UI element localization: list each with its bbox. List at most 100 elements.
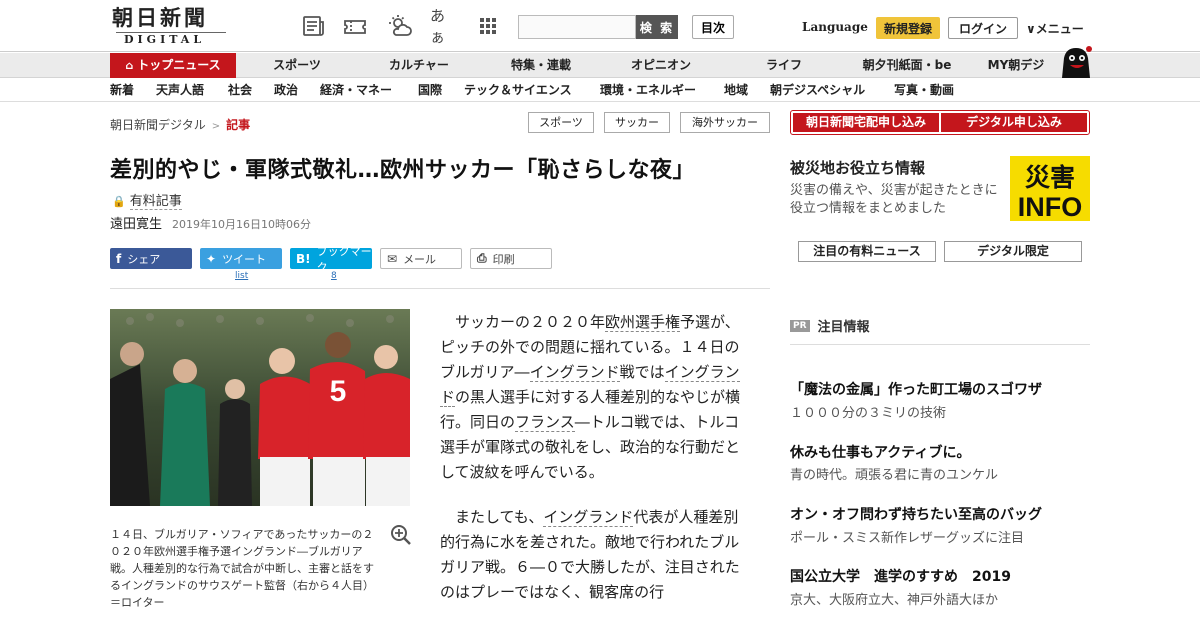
tag-overseas-soccer[interactable]: 海外サッカー bbox=[680, 112, 770, 133]
nav-label: トップニュース bbox=[137, 58, 221, 72]
keyword-link[interactable]: 欧州選手権 bbox=[605, 313, 681, 332]
svg-text:5: 5 bbox=[330, 375, 347, 408]
share-label: シェア bbox=[127, 252, 161, 266]
keyword-link[interactable]: イングランド bbox=[543, 508, 634, 527]
hatena-count[interactable]: 8 bbox=[331, 271, 337, 281]
nav2-politics[interactable]: 政治 bbox=[274, 79, 298, 102]
breadcrumb: 朝日新聞デジタル > 記事 bbox=[110, 116, 250, 133]
nav-newspaper[interactable]: 朝夕刊紙面・be bbox=[852, 53, 962, 78]
nav-sports[interactable]: スポーツ bbox=[256, 53, 338, 78]
nav2-society[interactable]: 社会 bbox=[228, 79, 252, 102]
paragraph-1: サッカーの２０２０年欧州選手権予選が、ピッチの外での問題に揺れている。１４日のブ… bbox=[440, 310, 748, 485]
breadcrumb-sep: > bbox=[211, 121, 221, 132]
divider bbox=[790, 344, 1090, 345]
tag-soccer[interactable]: サッカー bbox=[604, 112, 670, 133]
nav2-tech[interactable]: テック＆サイエンス bbox=[464, 79, 572, 102]
grid-menu-icon[interactable] bbox=[474, 12, 502, 40]
nav-features[interactable]: 特集・連載 bbox=[494, 53, 588, 78]
nav2-tenseijingo[interactable]: 天声人語 bbox=[156, 79, 204, 102]
site-logo[interactable]: 朝日新聞 DIGITAL bbox=[112, 6, 230, 46]
site-header: 朝日新聞 DIGITAL あぁ 検 索 目次 Language 新規登録 ログイ… bbox=[0, 0, 1200, 52]
nav-culture[interactable]: カルチャー bbox=[372, 53, 466, 78]
logo-main-text: 朝日新聞 bbox=[112, 5, 208, 30]
pr-item-title[interactable]: 「魔法の金属」作った町工場のスゴワザ bbox=[790, 379, 1042, 399]
lock-icon: 🔒 bbox=[112, 195, 126, 208]
twitter-share-button[interactable]: ✦ ツイート bbox=[200, 248, 282, 269]
pr-badge: PR bbox=[790, 319, 810, 332]
keyword-link[interactable]: フランス bbox=[515, 413, 575, 432]
home-icon: ⌂ bbox=[125, 59, 134, 72]
disaster-info-logo[interactable]: 災害 INFO bbox=[1010, 156, 1090, 222]
toc-button[interactable]: 目次 bbox=[692, 15, 734, 39]
disaster-logo-top: 災害 bbox=[1025, 163, 1075, 192]
nav-life[interactable]: ライフ bbox=[746, 53, 822, 78]
photo-caption: １４日、ブルガリア・ソフィアであったサッカーの２０２０年欧州選手権予選イングラン… bbox=[110, 528, 374, 609]
hatena-icon: B! bbox=[296, 251, 311, 266]
nav-top-news[interactable]: ⌂ トップニュース bbox=[110, 53, 236, 78]
pr-item-subtitle[interactable]: 青の時代。頑張る君に青のユンケル bbox=[790, 464, 998, 483]
mail-button[interactable]: ✉ メール bbox=[380, 248, 462, 269]
search-input[interactable] bbox=[518, 15, 636, 39]
body-text: サッカーの２０２０年 bbox=[455, 313, 606, 331]
pr-title: 注目情報 bbox=[817, 320, 870, 335]
nav2-new[interactable]: 新着 bbox=[110, 79, 134, 102]
tab-digital-only[interactable]: デジタル限定 bbox=[944, 241, 1082, 262]
primary-nav: ⌂ トップニュース スポーツ カルチャー 特集・連載 オピニオン ライフ 朝夕刊紙… bbox=[0, 53, 1200, 78]
pr-item-title[interactable]: オン・オフ問わず持ちたい至高のバッグ bbox=[790, 504, 1042, 524]
pr-item-subtitle[interactable]: １０００分の３ミリの技術 bbox=[790, 402, 946, 421]
weather-icon[interactable] bbox=[386, 12, 414, 40]
register-button[interactable]: 新規登録 bbox=[876, 17, 940, 39]
login-button[interactable]: ログイン bbox=[948, 17, 1018, 39]
nav2-international[interactable]: 国際 bbox=[418, 79, 442, 102]
breadcrumb-home[interactable]: 朝日新聞デジタル bbox=[110, 118, 206, 132]
pr-item-title[interactable]: 国公立大学 進学のすすめ 2019 bbox=[790, 566, 1011, 586]
article-body: サッカーの２０２０年欧州選手権予選が、ピッチの外での問題に揺れている。１４日のブ… bbox=[440, 310, 748, 625]
ticket-icon[interactable] bbox=[341, 12, 369, 40]
logo-sub-text: DIGITAL bbox=[124, 33, 206, 46]
paragraph-2: またしても、イングランド代表が人種差別的行為に水を差された。敵地で行われたブルガ… bbox=[440, 505, 748, 605]
publish-datetime: 2019年10月16日10時06分 bbox=[172, 218, 311, 231]
mascot-icon[interactable] bbox=[1056, 44, 1094, 80]
font-size-icon[interactable]: あぁ bbox=[430, 7, 458, 46]
nav-opinion[interactable]: オピニオン bbox=[614, 53, 708, 78]
digital-subscribe-button[interactable]: デジタル申し込み bbox=[941, 113, 1087, 132]
nav2-region[interactable]: 地域 bbox=[724, 79, 748, 102]
language-link[interactable]: Language bbox=[802, 20, 868, 34]
twitter-count[interactable]: list bbox=[235, 271, 248, 281]
menu-button[interactable]: ∨メニュー bbox=[1026, 20, 1084, 37]
nav2-economy[interactable]: 経済・マネー bbox=[320, 79, 392, 102]
twitter-icon: ✦ bbox=[206, 251, 217, 266]
divider bbox=[110, 288, 770, 289]
nav-my-asahi[interactable]: MY朝デジ bbox=[980, 53, 1052, 78]
body-text: 戦では bbox=[619, 363, 665, 381]
pr-item-title[interactable]: 休みも仕事もアクティブに。 bbox=[790, 442, 970, 462]
print-icon: ⎙ bbox=[477, 251, 487, 265]
subscription-buttons: 朝日新聞宅配申し込み デジタル申し込み bbox=[790, 110, 1090, 135]
hatena-bookmark-button[interactable]: B! ブックマーク bbox=[290, 245, 372, 274]
bookmark-label: ブックマーク bbox=[316, 244, 372, 274]
secondary-nav: 新着 天声人語 社会 政治 経済・マネー 国際 テック＆サイエンス 環境・エネル… bbox=[0, 79, 1200, 102]
tweet-label: ツイート bbox=[222, 252, 267, 266]
pr-item-subtitle[interactable]: ポール・スミス新作レザーグッズに注目 bbox=[790, 527, 1024, 546]
nav2-environment[interactable]: 環境・エネルギー bbox=[600, 79, 696, 102]
byline: 遠田寛生 2019年10月16日10時06分 bbox=[110, 213, 311, 232]
keyword-link[interactable]: イングランド bbox=[529, 363, 620, 382]
disaster-logo-bot: INFO bbox=[1018, 192, 1083, 221]
nav2-photo[interactable]: 写真・動画 bbox=[894, 79, 954, 102]
facebook-icon: f bbox=[116, 251, 122, 266]
article-photo[interactable]: 5 bbox=[110, 309, 410, 506]
disaster-info-title[interactable]: 被災地お役立ち情報 bbox=[790, 157, 925, 178]
print-button[interactable]: ⎙ 印刷 bbox=[470, 248, 552, 269]
tab-paid-news[interactable]: 注目の有料ニュース bbox=[798, 241, 936, 262]
facebook-share-button[interactable]: f シェア bbox=[110, 248, 192, 269]
pr-item-subtitle[interactable]: 京大、大阪府立大、神戸外語大ほか bbox=[790, 589, 998, 608]
pr-section-header: PR 注目情報 bbox=[790, 316, 870, 335]
breadcrumb-current: 記事 bbox=[226, 118, 251, 132]
nav2-special[interactable]: 朝デジスペシャル bbox=[770, 79, 865, 102]
paid-label-text[interactable]: 有料記事 bbox=[129, 194, 182, 210]
tag-sports[interactable]: スポーツ bbox=[528, 112, 594, 133]
zoom-icon[interactable] bbox=[390, 524, 412, 546]
search-button[interactable]: 検 索 bbox=[636, 15, 678, 39]
newspaper-icon[interactable] bbox=[300, 12, 328, 40]
newspaper-subscribe-button[interactable]: 朝日新聞宅配申し込み bbox=[793, 113, 939, 132]
